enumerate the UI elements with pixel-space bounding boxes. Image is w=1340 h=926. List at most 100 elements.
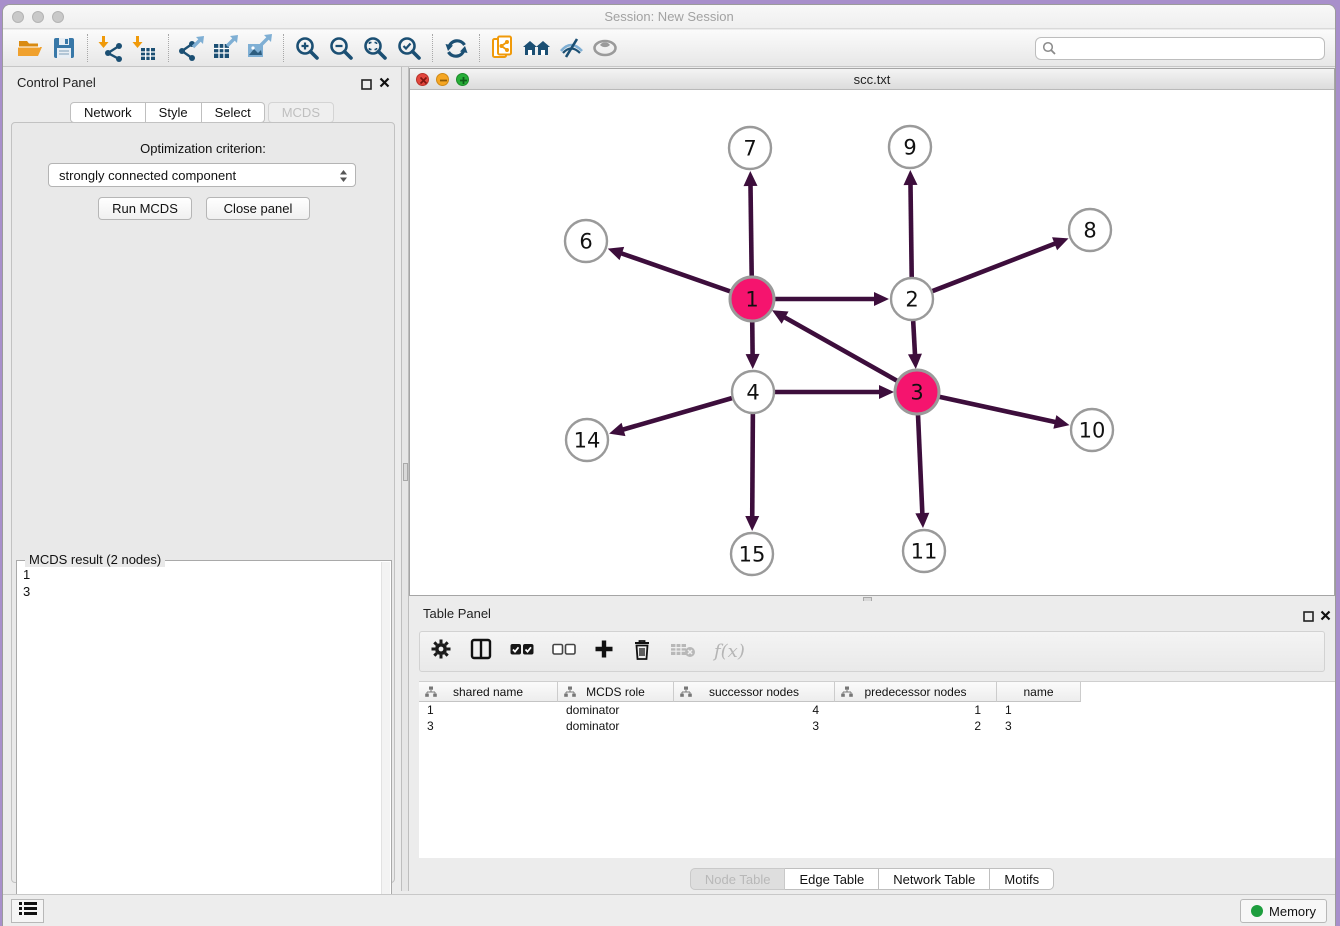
network-graph[interactable]: 7968124314101511	[410, 90, 1334, 595]
edge-arrowhead	[904, 170, 918, 185]
houses-icon[interactable]	[520, 33, 554, 63]
vertical-splitter[interactable]	[401, 67, 409, 891]
main-toolbar	[3, 30, 1335, 67]
cell-MCDS-role[interactable]: dominator	[558, 702, 674, 718]
node-label-11: 11	[911, 540, 938, 564]
tab-style[interactable]: Style	[146, 102, 202, 123]
cell-name[interactable]: 3	[997, 718, 1081, 734]
node-table[interactable]: shared nameMCDS rolesuccessor nodes prede…	[419, 681, 1335, 858]
tab-motifs[interactable]: Motifs	[990, 868, 1054, 890]
control-panel-header: Control Panel	[3, 73, 401, 93]
edge-arrowhead	[1053, 415, 1069, 429]
edge-1-6[interactable]	[620, 253, 731, 292]
add-column-icon[interactable]	[594, 639, 614, 664]
select-all-checkboxes-icon[interactable]	[510, 643, 534, 661]
table-toolbar: f(x)	[419, 631, 1325, 672]
tab-mcds[interactable]: MCDS	[268, 102, 334, 123]
edge-arrowhead	[908, 354, 922, 369]
tab-node-table[interactable]: Node Table	[690, 868, 786, 890]
column-header-label: predecessor nodes	[864, 685, 966, 699]
export-image-icon[interactable]	[243, 33, 277, 63]
edge-arrowhead	[879, 385, 894, 399]
network-window: scc.txt 7968124314101511	[409, 68, 1335, 596]
mcds-tab-content: Optimization criterion: strongly connect…	[11, 122, 395, 883]
memory-button[interactable]: Memory	[1240, 899, 1327, 923]
close-panel-button[interactable]: Close panel	[206, 197, 310, 220]
column-header-predecessor-nodes[interactable]: predecessor nodes	[835, 682, 997, 702]
table-row[interactable]: 1dominator411	[419, 702, 1081, 718]
refresh-layout-icon[interactable]	[439, 33, 473, 63]
edge-4-14[interactable]	[622, 398, 732, 430]
column-header-successor-nodes[interactable]: successor nodes	[674, 682, 835, 702]
cell-predecessor-nodes[interactable]: 1	[835, 702, 997, 718]
import-table-icon[interactable]	[128, 33, 162, 63]
cell-successor-nodes[interactable]: 4	[674, 702, 835, 718]
gear-icon[interactable]	[430, 638, 452, 665]
split-columns-icon[interactable]	[470, 638, 492, 665]
zoom-out-icon[interactable]	[324, 33, 358, 63]
import-network-icon[interactable]	[94, 33, 128, 63]
result-scrollbar[interactable]	[381, 562, 390, 926]
optimization-criterion-select[interactable]: strongly connected component	[48, 163, 356, 187]
column-header-MCDS-role[interactable]: MCDS role	[558, 682, 674, 702]
edge-3-1[interactable]	[783, 317, 897, 382]
table-row[interactable]: 3dominator323	[419, 718, 1081, 734]
tab-network-table[interactable]: Network Table	[879, 868, 990, 890]
edge-2-8[interactable]	[933, 243, 1057, 291]
cell-predecessor-nodes[interactable]: 2	[835, 718, 997, 734]
float-panel-icon[interactable]	[361, 77, 372, 95]
table-panel: Table Panel	[409, 601, 1335, 891]
search-field	[1035, 37, 1325, 60]
export-network-icon[interactable]	[175, 33, 209, 63]
tab-select[interactable]: Select	[202, 102, 265, 123]
node-label-14: 14	[574, 429, 601, 453]
splitter-grip[interactable]	[403, 463, 408, 481]
column-header-name[interactable]: name	[997, 682, 1081, 702]
export-table-icon[interactable]	[209, 33, 243, 63]
mcds-result-title: MCDS result (2 nodes)	[25, 552, 165, 567]
table-tabs: Node TableEdge TableNetwork TableMotifs	[409, 868, 1335, 890]
clone-network-document-icon[interactable]	[486, 33, 520, 63]
edge-3-11[interactable]	[918, 414, 922, 515]
cell-MCDS-role[interactable]: dominator	[558, 718, 674, 734]
tab-edge-table[interactable]: Edge Table	[785, 868, 879, 890]
zoom-fit-icon[interactable]	[358, 33, 392, 63]
main-window: Session: New Session	[2, 4, 1336, 926]
close-table-panel-icon[interactable]	[1320, 608, 1331, 626]
edge-2-3[interactable]	[913, 321, 915, 356]
edge-arrowhead	[915, 513, 929, 528]
network-window-titlebar[interactable]: scc.txt	[410, 69, 1334, 90]
edge-3-10[interactable]	[938, 397, 1056, 423]
node-label-2: 2	[905, 288, 918, 312]
network-canvas[interactable]: 7968124314101511	[410, 90, 1334, 595]
column-header-shared-name[interactable]: shared name	[419, 682, 558, 702]
mcds-result-text[interactable]: 1 3	[23, 566, 30, 600]
cell-shared-name[interactable]: 1	[419, 702, 558, 718]
toolbar-separator	[87, 34, 88, 62]
cell-successor-nodes[interactable]: 3	[674, 718, 835, 734]
table-header-row: shared nameMCDS rolesuccessor nodes prede…	[419, 682, 1081, 702]
control-panel-title: Control Panel	[17, 75, 96, 90]
edge-arrowhead	[746, 354, 760, 369]
edge-arrowhead	[609, 423, 625, 436]
edge-4-15[interactable]	[752, 414, 753, 518]
float-table-panel-icon[interactable]	[1303, 609, 1314, 627]
zoom-in-icon[interactable]	[290, 33, 324, 63]
cell-name[interactable]: 1	[997, 702, 1081, 718]
hide-eye-slash-icon[interactable]	[554, 33, 588, 63]
node-label-10: 10	[1079, 419, 1106, 443]
zoom-selected-icon[interactable]	[392, 33, 426, 63]
edge-1-7[interactable]	[750, 184, 751, 277]
task-history-button[interactable]	[11, 899, 44, 923]
save-icon[interactable]	[47, 33, 81, 63]
edge-2-9[interactable]	[910, 183, 911, 277]
node-label-6: 6	[579, 230, 592, 254]
open-folder-icon[interactable]	[13, 33, 47, 63]
cell-shared-name[interactable]: 3	[419, 718, 558, 734]
run-mcds-button[interactable]: Run MCDS	[98, 197, 192, 220]
close-panel-icon[interactable]	[379, 76, 390, 91]
search-input[interactable]	[1035, 37, 1325, 60]
trash-icon[interactable]	[632, 638, 652, 666]
deselect-all-checkboxes-icon[interactable]	[552, 643, 576, 661]
tab-network[interactable]: Network	[70, 102, 146, 123]
